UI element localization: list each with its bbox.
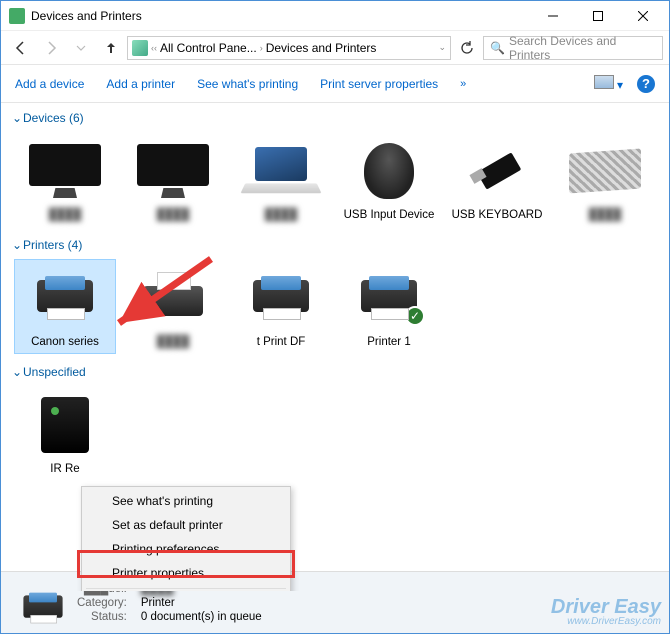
- printer-item-selected[interactable]: Canon series: [15, 260, 115, 353]
- chevron-down-icon[interactable]: ⌄: [438, 42, 446, 53]
- command-bar: Add a device Add a printer See what's pr…: [1, 65, 669, 103]
- forward-button[interactable]: [37, 35, 65, 61]
- menu-separator: [86, 588, 286, 589]
- printer-item[interactable]: t Print DF: [231, 260, 331, 353]
- menu-see-whats-printing[interactable]: See what's printing: [82, 489, 290, 513]
- status-printer-icon: [9, 582, 61, 624]
- back-button[interactable]: [7, 35, 35, 61]
- device-item[interactable]: ████: [231, 133, 331, 226]
- navbar: ‹‹ All Control Pane... › Devices and Pri…: [1, 31, 669, 65]
- minimize-button[interactable]: [530, 2, 575, 30]
- collapse-icon: ⌄: [11, 111, 23, 125]
- add-printer-button[interactable]: Add a printer: [106, 77, 175, 91]
- arrow-annotation: [101, 251, 221, 341]
- collapse-icon: ⌄: [11, 365, 23, 379]
- highlight-annotation: [77, 550, 295, 578]
- device-item[interactable]: USB KEYBOARD: [447, 133, 547, 226]
- content-pane: ⌄ Devices (6) ████ ████ ████ USB Input D…: [1, 103, 669, 591]
- view-options-button[interactable]: ▾: [594, 75, 623, 92]
- breadcrumb[interactable]: All Control Pane...: [160, 41, 257, 55]
- see-whats-printing-button[interactable]: See what's printing: [197, 77, 298, 91]
- chevron-right-icon[interactable]: ‹‹: [151, 43, 157, 53]
- section-unspecified-header[interactable]: ⌄ Unspecified: [1, 361, 669, 383]
- chevron-right-icon[interactable]: ›: [260, 43, 263, 53]
- section-devices-header[interactable]: ⌄ Devices (6): [1, 107, 669, 129]
- device-item[interactable]: ████: [15, 133, 115, 226]
- up-button[interactable]: [97, 35, 125, 61]
- help-button[interactable]: ?: [637, 75, 655, 93]
- device-item[interactable]: ████: [555, 133, 655, 226]
- refresh-button[interactable]: [453, 35, 481, 61]
- default-check-icon: ✓: [405, 306, 425, 326]
- menu-set-default-printer[interactable]: Set as default printer: [82, 513, 290, 537]
- collapse-icon: ⌄: [11, 238, 23, 252]
- devices-grid: ████ ████ ████ USB Input Device USB KEYB…: [1, 129, 669, 234]
- more-commands-button[interactable]: »: [460, 78, 466, 90]
- section-title: Devices (6): [23, 111, 84, 125]
- search-icon: 🔍: [490, 41, 505, 55]
- address-bar[interactable]: ‹‹ All Control Pane... › Devices and Pri…: [127, 36, 451, 60]
- device-item[interactable]: ████: [123, 133, 223, 226]
- location-icon: [132, 40, 148, 56]
- print-server-properties-button[interactable]: Print server properties: [320, 77, 438, 91]
- device-item[interactable]: IR Re: [15, 387, 115, 480]
- close-button[interactable]: [620, 2, 665, 30]
- titlebar: Devices and Printers: [1, 1, 669, 31]
- devices-printers-icon: [9, 8, 25, 24]
- add-device-button[interactable]: Add a device: [15, 77, 84, 91]
- section-title: Printers (4): [23, 238, 82, 252]
- section-title: Unspecified: [23, 365, 86, 379]
- watermark: Driver Easy www.DriverEasy.com: [551, 597, 661, 627]
- recent-dropdown[interactable]: [67, 35, 95, 61]
- search-placeholder: Search Devices and Printers: [509, 34, 656, 62]
- search-input[interactable]: 🔍 Search Devices and Printers: [483, 36, 663, 60]
- printer-item-default[interactable]: ✓Printer 1: [339, 260, 439, 353]
- window-title: Devices and Printers: [31, 9, 530, 23]
- device-item[interactable]: USB Input Device: [339, 133, 439, 226]
- maximize-button[interactable]: [575, 2, 620, 30]
- breadcrumb[interactable]: Devices and Printers: [266, 41, 377, 55]
- unspecified-grid: IR Re: [1, 383, 669, 488]
